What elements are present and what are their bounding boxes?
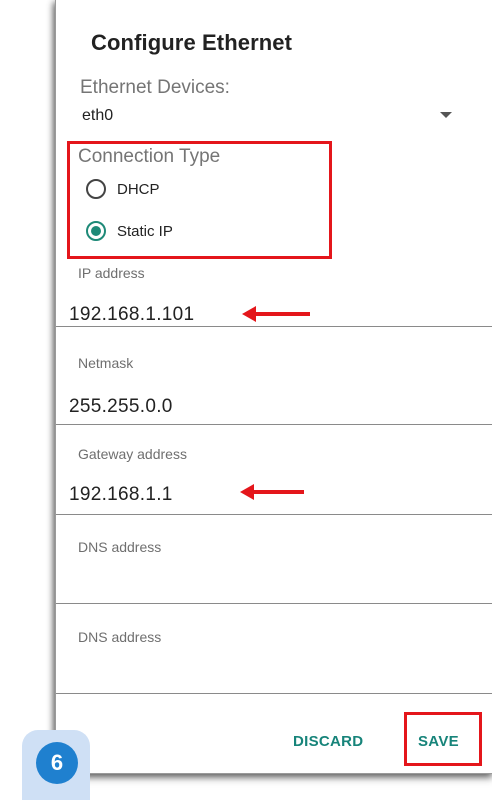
dns-address-label-2: DNS address: [78, 629, 162, 645]
gateway-address-input[interactable]: 192.168.1.1: [69, 484, 173, 506]
discard-button[interactable]: DISCARD: [293, 733, 363, 750]
dns-address-underline-2: [56, 693, 492, 694]
ethernet-devices-label: Ethernet Devices:: [80, 77, 230, 98]
dns-address-label-1: DNS address: [78, 539, 162, 555]
chevron-down-icon: [440, 112, 452, 118]
ethernet-devices-value: eth0: [82, 107, 114, 124]
save-button-highlight: [404, 712, 482, 766]
connection-type-highlight: [67, 141, 332, 259]
gateway-address-label: Gateway address: [78, 446, 187, 462]
arrow-left-icon: [240, 484, 304, 500]
ip-address-input[interactable]: 192.168.1.101: [69, 304, 194, 326]
arrow-left-icon: [242, 306, 310, 322]
page: Configure Ethernet Ethernet Devices: eth…: [0, 0, 492, 800]
configure-ethernet-dialog: Configure Ethernet Ethernet Devices: eth…: [55, 0, 492, 774]
ip-address-label: IP address: [78, 265, 145, 281]
netmask-underline: [56, 424, 492, 425]
ip-address-underline: [56, 326, 492, 327]
dns-address-input-2[interactable]: [69, 655, 479, 687]
dialog-title: Configure Ethernet: [91, 30, 293, 55]
netmask-input[interactable]: 255.255.0.0: [69, 396, 173, 418]
dns-address-underline-1: [56, 603, 492, 604]
step-badge: 6: [22, 730, 90, 800]
dns-address-input-1[interactable]: [69, 565, 479, 597]
ethernet-devices-dropdown[interactable]: eth0: [76, 100, 476, 130]
step-number: 6: [36, 742, 78, 784]
gateway-address-underline: [56, 514, 492, 515]
netmask-label: Netmask: [78, 355, 134, 371]
